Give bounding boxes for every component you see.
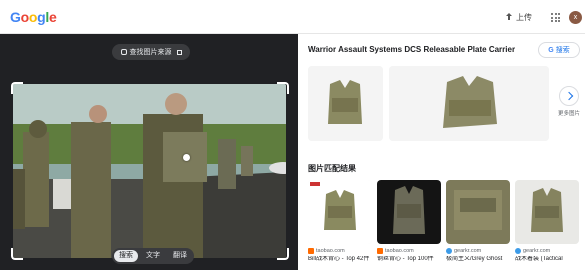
more-images-button[interactable]: 更多图片 [556,86,582,117]
match-image [515,180,579,244]
find-image-source-label: 查找图片来源 [129,49,172,56]
more-images-label: 更多图片 [557,111,580,117]
search-button[interactable]: G 搜索 [538,42,580,58]
match-card[interactable]: gearkr.com 极简主义/Grey Ghost [446,180,510,264]
logo-letter: o [28,9,38,25]
crop-handle-top-left[interactable] [11,82,23,94]
taobao-icon [377,248,383,254]
mode-switcher: 搜索 文字 翻译 [112,248,194,264]
top-bar: Google 上传 x [0,0,585,34]
match-image [308,180,372,244]
avatar[interactable]: x [569,11,582,24]
match-title: 钢丝背心 - Top 100件 [377,256,434,262]
gearkr-icon [515,248,521,254]
open-external-icon [176,49,182,55]
lens-icon [120,49,127,55]
crop-handle-top-right[interactable] [277,82,289,94]
match-source-label: taobao.com [316,248,345,254]
logo-letter: e [48,9,57,25]
results-panel: Warrior Assault Systems DCS Releasable P… [298,34,585,270]
google-logo[interactable]: Google [10,9,57,25]
image-preview-panel: 查找图片来源 搜索 文字 翻译 [0,34,298,270]
mode-text-button[interactable]: 文字 [141,250,165,262]
match-image [377,180,441,244]
match-source: taobao.com [308,248,372,254]
match-source-label: taobao.com [385,248,414,254]
match-source: taobao.com [377,248,441,254]
visual-matches-heading: 图片匹配结果 [308,164,356,173]
match-image [446,180,510,244]
mode-search-button[interactable]: 搜索 [114,250,138,262]
result-title[interactable]: Warrior Assault Systems DCS Releasable P… [308,45,515,54]
match-title: 战术着装 (Tactical [515,256,563,262]
match-title: Bill战术背心 - Top 42件 [308,256,370,262]
apps-grid-icon[interactable] [551,13,560,22]
logo-letter: G [10,9,21,25]
match-source-label: gearkr.com [523,248,551,254]
crop-handle-bottom-left[interactable] [11,248,23,260]
match-card[interactable]: gearkr.com 战术着装 (Tactical [515,180,579,264]
object-focus-dot[interactable] [183,154,190,161]
chevron-right-icon [559,86,579,106]
match-card[interactable]: taobao.com Bill战术背心 - Top 42件 [308,180,372,264]
taobao-icon [308,248,314,254]
search-button-label: 搜索 [555,47,570,54]
query-photo[interactable] [13,84,286,258]
crop-handle-bottom-right[interactable] [277,248,289,260]
product-thumbnail[interactable] [389,66,549,141]
google-g-icon: G [548,46,554,54]
logo-letter: g [37,9,46,25]
match-title: 极简主义/Grey Ghost [446,256,503,262]
upload-button[interactable]: 上传 [505,12,532,23]
gearkr-icon [446,248,452,254]
match-source: gearkr.com [515,248,579,254]
mode-translate-button[interactable]: 翻译 [168,250,192,262]
match-source-label: gearkr.com [454,248,482,254]
match-card[interactable]: taobao.com 钢丝背心 - Top 100件 [377,180,441,264]
logo-letter: o [20,9,30,25]
upload-label: 上传 [516,13,532,22]
find-image-source-button[interactable]: 查找图片来源 [112,44,190,60]
upload-icon [505,13,513,22]
product-thumbnail[interactable] [308,66,383,141]
match-source: gearkr.com [446,248,510,254]
